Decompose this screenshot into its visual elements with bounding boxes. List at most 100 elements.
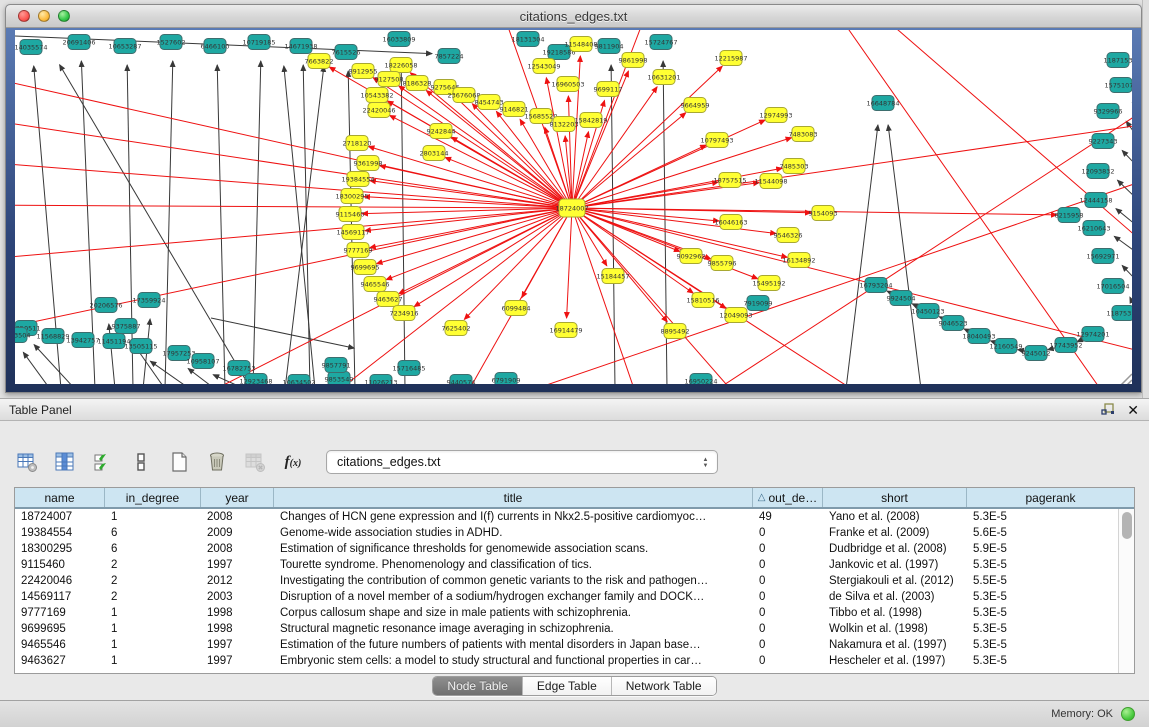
graph-node[interactable]: 9465546 <box>361 277 390 292</box>
graph-node[interactable]: 9855796 <box>708 256 737 271</box>
graph-node[interactable]: 10634502 <box>282 375 315 385</box>
graph-node[interactable]: 8912955 <box>349 64 378 79</box>
delete-table-button[interactable] <box>242 449 268 475</box>
graph-node[interactable]: 6466100 <box>201 39 230 54</box>
graph-node[interactable]: 16648784 <box>866 96 899 111</box>
table-row[interactable]: 977716911998Corpus callosum shape and si… <box>15 605 1118 621</box>
graph-node[interactable]: 7234916 <box>390 306 419 321</box>
graph-node[interactable]: 9046523 <box>939 316 968 331</box>
table-selector[interactable]: citations_edges.txt ▲▼ <box>326 450 718 474</box>
graph-node[interactable]: 15724767 <box>644 35 677 50</box>
graph-node[interactable]: 17016504 <box>1096 279 1129 294</box>
graph-node[interactable]: 9924504 <box>887 291 916 306</box>
graph-node[interactable]: 9092962 <box>677 249 706 264</box>
float-panel-icon[interactable] <box>1101 403 1115 416</box>
table-row[interactable]: 946554611997Estimation of the future num… <box>15 637 1118 653</box>
graph-node[interactable]: 9440574 <box>447 375 476 385</box>
function-builder-button[interactable]: f(x) <box>280 449 306 475</box>
show-columns-button[interactable] <box>52 449 78 475</box>
graph-node[interactable]: 7485303 <box>780 159 809 174</box>
graph-node[interactable]: 9857791 <box>322 358 351 373</box>
create-column-button[interactable] <box>166 449 192 475</box>
graph-node[interactable]: 9853549 <box>325 372 354 385</box>
graph-node[interactable]: 9777169 <box>344 243 373 258</box>
graph-node[interactable]: 16210643 <box>1077 221 1110 236</box>
graph-node[interactable]: 15751074 <box>1104 78 1132 93</box>
graph-node[interactable]: 12543049 <box>527 59 560 74</box>
graph-node[interactable]: 11026213 <box>364 375 397 385</box>
graph-node[interactable]: 9699117 <box>594 82 623 97</box>
graph-node[interactable]: 18131304 <box>511 32 544 47</box>
table-scrollbar[interactable] <box>1118 509 1134 673</box>
graph-node[interactable]: 8215958 <box>1055 208 1084 223</box>
graph-node[interactable]: 9361998 <box>354 156 383 171</box>
graph-node[interactable]: 9699695 <box>351 260 380 275</box>
graph-node[interactable]: 2803144 <box>420 146 449 161</box>
graph-node[interactable]: 1187153 <box>1104 53 1132 68</box>
graph-node[interactable]: 9329966 <box>1094 104 1123 119</box>
graph-node[interactable]: 7663822 <box>305 54 334 69</box>
graph-node[interactable]: 9245012 <box>1022 346 1051 361</box>
graph-node[interactable]: 11875315 <box>1106 306 1132 321</box>
table-row[interactable]: 1872400712008Changes of HCN gene express… <box>15 509 1118 525</box>
graph-node[interactable]: 20206576 <box>89 298 122 313</box>
graph-node[interactable]: 11568829 <box>36 329 69 344</box>
graph-node[interactable]: 16793204 <box>859 278 892 293</box>
graph-node[interactable]: 18724007 <box>555 199 588 217</box>
graph-node[interactable]: 8186328 <box>403 76 432 91</box>
select-attributes-button[interactable] <box>90 449 116 475</box>
column-header-short[interactable]: short <box>823 488 967 507</box>
graph-node[interactable]: 12093832 <box>1081 164 1114 179</box>
graph-node[interactable]: 9375887 <box>112 319 141 334</box>
graph-node[interactable]: 9127508 <box>375 72 404 87</box>
window-titlebar[interactable]: citations_edges.txt <box>6 5 1141 28</box>
column-header-in-degree[interactable]: in_degree <box>105 488 201 507</box>
graph-node[interactable]: 12444158 <box>1079 193 1112 208</box>
table-row[interactable]: 2242004622012Investigating the contribut… <box>15 573 1118 589</box>
graph-node[interactable]: 6099484 <box>502 301 531 316</box>
graph-node[interactable]: 18300295 <box>335 189 368 204</box>
graph-node[interactable]: 2718120 <box>343 136 372 151</box>
table-options-button[interactable] <box>14 449 40 475</box>
graph-node[interactable]: 13942757 <box>66 333 99 348</box>
graph-node[interactable]: 11544098 <box>754 174 787 189</box>
row-height-button[interactable] <box>128 449 154 475</box>
graph-node[interactable]: 16914479 <box>549 323 582 338</box>
graph-node[interactable]: 9115460 <box>336 207 365 222</box>
graph-node[interactable]: 15842819 <box>574 113 607 128</box>
graph-node[interactable]: 15495192 <box>752 276 785 291</box>
graph-node[interactable]: 10543382 <box>360 88 393 103</box>
graph-node[interactable]: 7625402 <box>442 321 471 336</box>
graph-node[interactable]: 9861998 <box>619 53 648 68</box>
graph-node[interactable]: 7919099 <box>744 296 773 311</box>
graph-node[interactable]: 16134892 <box>782 253 815 268</box>
graph-node[interactable]: 9546326 <box>774 228 803 243</box>
citation-network-graph[interactable]: 1403557420691406106532871527602646610010… <box>15 30 1132 384</box>
graph-node[interactable]: 14035574 <box>15 40 48 55</box>
graph-node[interactable]: 8895492 <box>661 324 690 339</box>
graph-node[interactable]: 7483083 <box>789 127 818 142</box>
graph-node[interactable]: 9154093 <box>809 206 838 221</box>
graph-node[interactable]: 15692971 <box>1086 249 1119 264</box>
graph-node[interactable]: 7857224 <box>435 49 464 64</box>
graph-node[interactable]: 15716485 <box>392 361 425 376</box>
table-row[interactable]: 946362711997Embryonic stem cells: a mode… <box>15 653 1118 669</box>
graph-node[interactable]: 7615526 <box>332 45 361 60</box>
column-header-name[interactable]: name <box>15 488 105 507</box>
tab-edge-table[interactable]: Edge Table <box>523 677 612 695</box>
tab-network-table[interactable]: Network Table <box>612 677 716 695</box>
graph-node[interactable]: 12049093 <box>719 308 752 323</box>
graph-node[interactable]: 12160549 <box>989 339 1022 354</box>
column-header-year[interactable]: year <box>201 488 274 507</box>
graph-node[interactable]: 9664959 <box>681 98 710 113</box>
graph-node[interactable]: 10631201 <box>647 70 680 85</box>
table-row[interactable]: 969969511998Structural magnetic resonanc… <box>15 621 1118 637</box>
graph-node[interactable]: 9463627 <box>374 292 403 307</box>
graph-node[interactable]: 1527602 <box>157 35 186 50</box>
delete-column-button[interactable] <box>204 449 230 475</box>
graph-node[interactable]: 12215987 <box>714 51 747 66</box>
table-row[interactable]: 1938455462009Genome-wide association stu… <box>15 525 1118 541</box>
column-header-title[interactable]: title <box>274 488 753 507</box>
network-canvas[interactable]: 1403557420691406106532871527602646610010… <box>15 30 1132 384</box>
column-header-pagerank[interactable]: pagerank <box>967 488 1134 507</box>
